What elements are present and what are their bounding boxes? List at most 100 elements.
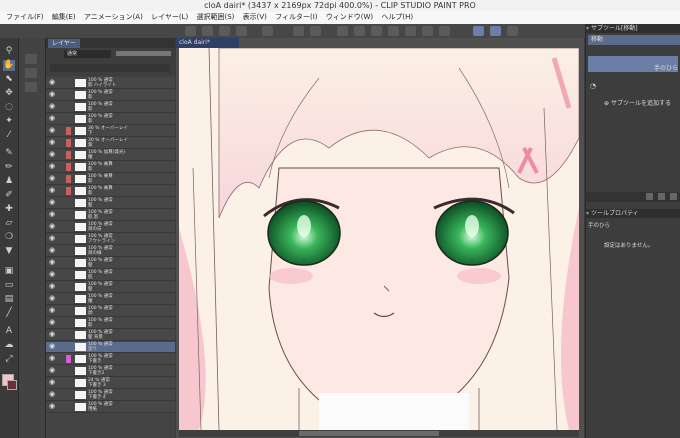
layer-row[interactable]: ◉ 100 % 通常 影 [46, 90, 175, 101]
menu-view[interactable]: 表示(V) [243, 13, 267, 21]
sub-tool-group-move[interactable]: 移動 [588, 35, 680, 45]
add-sub-tool[interactable]: ⊕ サブツールを追加する [604, 98, 671, 107]
eye-icon[interactable]: ◉ [49, 187, 56, 194]
layer-row[interactable]: ◉ 100 % 通常 アウトライン [46, 234, 175, 245]
eyedropper-icon[interactable]: ⁄ [3, 130, 15, 141]
undo-icon[interactable] [293, 26, 304, 36]
scrollbar-thumb[interactable] [299, 431, 439, 436]
layer-row[interactable]: ◉ 100 % 乗算 影 [46, 186, 175, 197]
horizontal-scrollbar[interactable] [179, 430, 579, 437]
balloon-icon[interactable]: ☁ [3, 340, 15, 351]
eye-icon[interactable]: ◉ [49, 391, 56, 398]
new-raster-layer-icon[interactable] [25, 54, 37, 64]
save-icon[interactable] [236, 26, 247, 36]
correct-line-icon[interactable]: ⤢ [3, 354, 15, 365]
eye-icon[interactable]: ◉ [49, 235, 56, 242]
layer-row[interactable]: ◉ 100 % 通常 下書き2 [46, 366, 175, 377]
menu-layer[interactable]: レイヤー(L) [151, 13, 188, 21]
document-tab[interactable]: cloA dairi* [176, 38, 239, 48]
open-file-icon[interactable] [219, 26, 230, 36]
snap-special-ruler-icon[interactable] [490, 26, 501, 36]
layer-tab[interactable]: レイヤー [48, 39, 80, 48]
eye-icon[interactable]: ◉ [49, 271, 56, 278]
eye-icon[interactable]: ◉ [49, 163, 56, 170]
eye-icon[interactable]: ◉ [49, 307, 56, 314]
hand-icon[interactable]: ✋ [3, 60, 15, 71]
menu-animation[interactable]: アニメーション(A) [84, 13, 143, 21]
eye-icon[interactable]: ◉ [49, 139, 56, 146]
eye-icon[interactable]: ◉ [49, 343, 56, 350]
eye-icon[interactable]: ◉ [49, 403, 56, 410]
eye-icon[interactable]: ◉ [49, 223, 56, 230]
eye-icon[interactable]: ◉ [49, 211, 56, 218]
crop-icon[interactable] [405, 26, 416, 36]
eye-icon[interactable]: ◉ [49, 319, 56, 326]
text-icon[interactable]: A [3, 326, 15, 337]
layer-row[interactable]: ◉ 100 % 通常 瞳 [46, 294, 175, 305]
eye-icon[interactable]: ◉ [49, 103, 56, 110]
layer-row[interactable]: ◉ 100 % 通常 髪 [46, 258, 175, 269]
zoom-icon[interactable]: ⚲ [3, 46, 15, 57]
fill-icon[interactable] [354, 26, 365, 36]
eye-icon[interactable]: ◉ [49, 379, 56, 386]
ruler-icon[interactable]: ╱ [3, 308, 15, 319]
move-icon[interactable]: ✥ [3, 88, 15, 99]
layer-row[interactable]: ◉ 100 % 乗算 影 [46, 174, 175, 185]
menu-help[interactable]: ヘルプ(H) [381, 13, 413, 21]
opacity-slider[interactable] [116, 51, 171, 56]
layer-row[interactable]: ◉ 100 % 通常 影 [46, 114, 175, 125]
eye-icon[interactable]: ◉ [49, 247, 56, 254]
layer-row[interactable]: ◉ 100 % 通常 影 [46, 102, 175, 113]
eye-icon[interactable]: ◉ [49, 331, 56, 338]
layer-row[interactable]: ◉ 100 % 通常 顔 [46, 306, 175, 317]
new-vector-layer-icon[interactable] [25, 68, 37, 78]
layer-row[interactable]: ◉ 100 % 乗算 影 [46, 162, 175, 173]
clear-icon[interactable] [337, 26, 348, 36]
gradient-icon[interactable]: ▣ [3, 266, 15, 277]
decoration-icon[interactable]: ✚ [3, 204, 15, 215]
layer-row[interactable]: ◉ 100 % 通常 髪 [46, 198, 175, 209]
layer-row[interactable]: ◉ 100 % 通常 塗り [46, 342, 175, 353]
snap-grid-icon[interactable] [507, 26, 518, 36]
layer-row[interactable]: ◉ 100 % 通常 目の線 [46, 246, 175, 257]
auto-select-icon[interactable]: ✦ [3, 116, 15, 127]
sub-tool-hand[interactable]: 手のひら [588, 56, 678, 72]
invert-selection-icon[interactable] [422, 26, 433, 36]
select-all-icon[interactable] [439, 26, 450, 36]
eye-icon[interactable]: ◉ [49, 127, 56, 134]
delete-sub-tool-icon[interactable] [670, 193, 677, 200]
layer-row[interactable]: ◉ 100 % 通常 影 ハイライト [46, 78, 175, 89]
copy-sub-tool-icon[interactable] [658, 193, 665, 200]
snap-ruler-icon[interactable] [473, 26, 484, 36]
object-select-icon[interactable]: ⬉ [3, 74, 15, 85]
menu-selection[interactable]: 選択範囲(S) [196, 13, 234, 21]
airbrush-icon[interactable]: ✐ [3, 190, 15, 201]
canvas-artwork[interactable] [179, 48, 579, 430]
collapse-icon[interactable]: ▾ [586, 210, 589, 217]
layer-row[interactable]: ◉ 100 % 通常 下書き [46, 354, 175, 365]
transform-icon[interactable] [371, 26, 382, 36]
eraser-icon[interactable]: ▱ [3, 218, 15, 229]
layer-row[interactable]: ◉ 100 % 通常 髪 [46, 282, 175, 293]
eye-icon[interactable]: ◉ [49, 367, 56, 374]
cloud-icon[interactable] [262, 26, 273, 36]
eye-icon[interactable]: ◉ [49, 175, 56, 182]
eye-icon[interactable]: ◉ [49, 79, 56, 86]
layer-row[interactable]: ◉ 100 % 通常 肌 [46, 270, 175, 281]
eye-icon[interactable]: ◉ [49, 151, 56, 158]
menu-file[interactable]: ファイル(F) [6, 13, 44, 21]
pencil-icon[interactable]: ✏ [3, 162, 15, 173]
eye-icon[interactable]: ◉ [49, 283, 56, 290]
menu-window[interactable]: ウィンドウ(W) [326, 13, 373, 21]
new-file-icon[interactable] [202, 26, 213, 36]
redo-icon[interactable] [310, 26, 321, 36]
eye-icon[interactable]: ◉ [49, 91, 56, 98]
layer-row[interactable]: ◉ 100 % 通常 髪 背景 [46, 330, 175, 341]
menu-icon[interactable] [185, 26, 196, 36]
layer-row[interactable]: ◉ 100 % 通常 用紙 [46, 402, 175, 413]
fill-bucket-icon[interactable]: ▼ [3, 246, 15, 257]
layer-row[interactable]: ◉ 100 % 通常 下書き 4 [46, 390, 175, 401]
blend-icon[interactable]: ❍ [3, 232, 15, 243]
layer-row[interactable]: ◉ 100 % 通常 目の白 [46, 222, 175, 233]
menu-filter[interactable]: フィルター(I) [275, 13, 317, 21]
